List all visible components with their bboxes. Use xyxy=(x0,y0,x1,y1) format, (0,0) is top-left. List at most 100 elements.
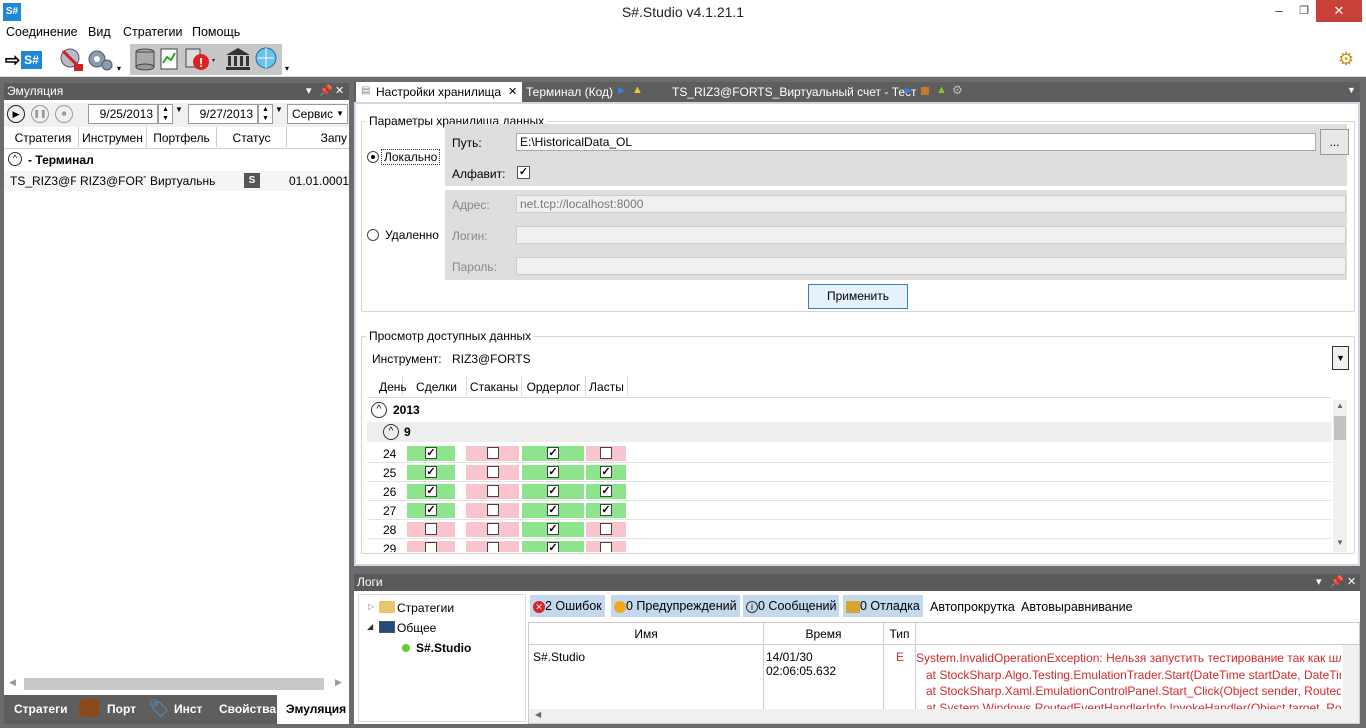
date-from-input[interactable]: 9/25/2013 xyxy=(88,104,158,124)
tab-storage-settings[interactable]: ▤ Настройки хранилища ✕ xyxy=(356,82,522,102)
local-radio[interactable] xyxy=(367,151,379,163)
col-name[interactable]: Имя xyxy=(529,623,764,643)
panel-close-icon[interactable]: ✕ xyxy=(1347,574,1356,591)
col-last[interactable]: Ласты xyxy=(586,376,628,396)
login-input[interactable] xyxy=(516,226,1346,244)
remote-label[interactable]: Удаленно xyxy=(385,228,439,242)
gear-icon[interactable]: ⚙ xyxy=(1338,49,1354,70)
pin-icon[interactable]: 📌 xyxy=(319,83,333,100)
connect-button[interactable]: ⇨ S# xyxy=(5,46,49,74)
instrument-dropdown-button[interactable]: ▼ xyxy=(1332,346,1349,370)
orderlog-checkbox[interactable]: ✓ xyxy=(547,523,559,535)
last-checkbox[interactable]: ✓ xyxy=(600,485,612,497)
pin-icon[interactable]: 📌 xyxy=(1330,574,1344,591)
panel-menu-icon[interactable]: ▾ xyxy=(306,83,312,100)
orderlog-checkbox[interactable]: ✓ xyxy=(547,542,559,552)
autoscroll-toggle[interactable]: Автопрокрутка xyxy=(930,600,1015,614)
dropdown-arrow-icon[interactable]: ▾ xyxy=(117,64,121,73)
tab-strategies[interactable]: Стратеги xyxy=(14,695,67,724)
scroll-thumb[interactable] xyxy=(1334,416,1346,440)
tab-terminal-code[interactable]: Терминал (Код) xyxy=(526,82,613,102)
tab-strategy-test[interactable]: TS_RIZ3@FORTS_Виртуальный счет - Тест xyxy=(672,82,917,102)
depth-checkbox[interactable] xyxy=(487,447,499,459)
tab-close-icon[interactable]: ✕ xyxy=(508,85,517,98)
orderlog-checkbox[interactable]: ✓ xyxy=(547,504,559,516)
orderlog-checkbox[interactable]: ✓ xyxy=(547,485,559,497)
col-portfolio[interactable]: Портфель xyxy=(147,127,217,147)
scroll-right-icon[interactable]: ▶ xyxy=(335,677,342,688)
col-orderlog[interactable]: Ордерлог xyxy=(522,376,586,396)
depth-checkbox[interactable] xyxy=(487,485,499,497)
tree-item-studio[interactable]: S#.Studio xyxy=(416,641,471,655)
close-button[interactable]: ✕ xyxy=(1316,0,1362,22)
log-horizontal-scrollbar[interactable]: ◀ xyxy=(529,709,1343,723)
menu-connection[interactable]: Соединение xyxy=(6,25,78,39)
settings-button[interactable] xyxy=(86,46,114,74)
tree-item-strategies[interactable]: Стратегии xyxy=(397,601,454,615)
collapse-icon[interactable]: ◢ xyxy=(367,622,373,631)
globe-button[interactable] xyxy=(253,46,281,74)
log-vertical-scrollbar[interactable] xyxy=(1343,645,1359,723)
play-icon[interactable]: ▶ xyxy=(7,105,25,123)
last-checkbox[interactable] xyxy=(600,523,612,535)
trades-checkbox[interactable]: ✓ xyxy=(425,504,437,516)
stop-icon[interactable] xyxy=(921,87,929,95)
alphabet-checkbox[interactable]: ✓ xyxy=(517,166,530,179)
tab-properties[interactable]: Свойства xyxy=(219,695,276,724)
trades-checkbox[interactable]: ✓ xyxy=(425,466,437,478)
maximize-button[interactable]: ❐ xyxy=(1291,0,1317,22)
col-day[interactable]: День xyxy=(379,376,407,396)
browse-button[interactable]: ... xyxy=(1320,129,1349,155)
stop-icon[interactable]: ■ xyxy=(55,105,73,123)
filter-errors[interactable]: ✕ 2 Ошибок xyxy=(530,595,605,617)
menu-help[interactable]: Помощь xyxy=(192,25,240,39)
menu-view[interactable]: Вид xyxy=(88,25,111,39)
menu-strategies[interactable]: Стратегии xyxy=(123,25,182,39)
tree-item-general[interactable]: Общее xyxy=(397,621,436,635)
play-icon[interactable]: ▶ xyxy=(905,85,912,96)
tabs-dropdown-icon[interactable]: ▼ xyxy=(1347,85,1356,95)
depth-checkbox[interactable] xyxy=(487,542,499,552)
apply-button[interactable]: Применить xyxy=(808,284,908,309)
trades-checkbox[interactable] xyxy=(425,523,437,535)
horizontal-scrollbar[interactable] xyxy=(24,678,324,690)
expand-icon[interactable]: ▷ xyxy=(368,602,374,611)
trades-checkbox[interactable]: ✓ xyxy=(425,447,437,459)
last-checkbox[interactable] xyxy=(600,542,612,552)
filter-messages[interactable]: i0 Сообщений xyxy=(743,595,840,617)
autoalign-toggle[interactable]: Автовыравнивание xyxy=(1021,600,1133,614)
disconnect-button[interactable] xyxy=(58,46,86,74)
orderlog-checkbox[interactable]: ✓ xyxy=(547,447,559,459)
gear-icon[interactable]: ⚙ xyxy=(952,83,963,97)
col-strategy[interactable]: Стратегия xyxy=(8,127,79,147)
date-to-input[interactable]: 9/27/2013 xyxy=(188,104,258,124)
tab-portfolios[interactable]: Порт xyxy=(107,695,136,724)
col-start[interactable]: Запу xyxy=(287,127,349,147)
table-row[interactable]: 26 ✓ ✓ ✓ xyxy=(367,482,1331,501)
scroll-left-icon[interactable]: ◀ xyxy=(535,710,541,719)
scroll-up-icon[interactable]: ▲ xyxy=(1336,401,1344,410)
table-row[interactable]: 29 ✓ xyxy=(367,539,1331,552)
bank-button[interactable] xyxy=(224,46,252,74)
collapse-group-icon[interactable]: ^ xyxy=(8,152,22,166)
col-time[interactable]: Время xyxy=(764,623,884,643)
date-to-spinner[interactable]: ▲ ▼ xyxy=(258,104,273,124)
remote-radio[interactable] xyxy=(367,229,379,241)
local-label[interactable]: Локально xyxy=(381,149,441,165)
col-status[interactable]: Статус xyxy=(217,127,287,147)
table-row[interactable]: TS_RIZ3@FC RIZ3@FORT Виртуальнь S 01.01.… xyxy=(4,171,349,191)
col-depth[interactable]: Стаканы xyxy=(467,376,522,396)
tab-emulation[interactable]: Эмуляция xyxy=(277,695,349,724)
filter-debug[interactable]: 0 Отладка xyxy=(843,595,923,617)
chart-button[interactable] xyxy=(158,46,186,74)
table-row[interactable]: 25 ✓ ✓ ✓ xyxy=(367,463,1331,482)
play-icon[interactable]: ▶ xyxy=(618,85,625,96)
trades-checkbox[interactable] xyxy=(425,542,437,552)
path-input[interactable]: E:\HistoricalData_OL xyxy=(516,133,1316,151)
last-checkbox[interactable] xyxy=(600,447,612,459)
minimize-button[interactable]: – xyxy=(1266,0,1292,22)
pause-icon[interactable]: ❚❚ xyxy=(31,105,49,123)
depth-checkbox[interactable] xyxy=(487,466,499,478)
filter-warnings[interactable]: 0 Предупреждений xyxy=(611,595,740,617)
table-row[interactable]: 27 ✓ ✓ ✓ xyxy=(367,501,1331,520)
